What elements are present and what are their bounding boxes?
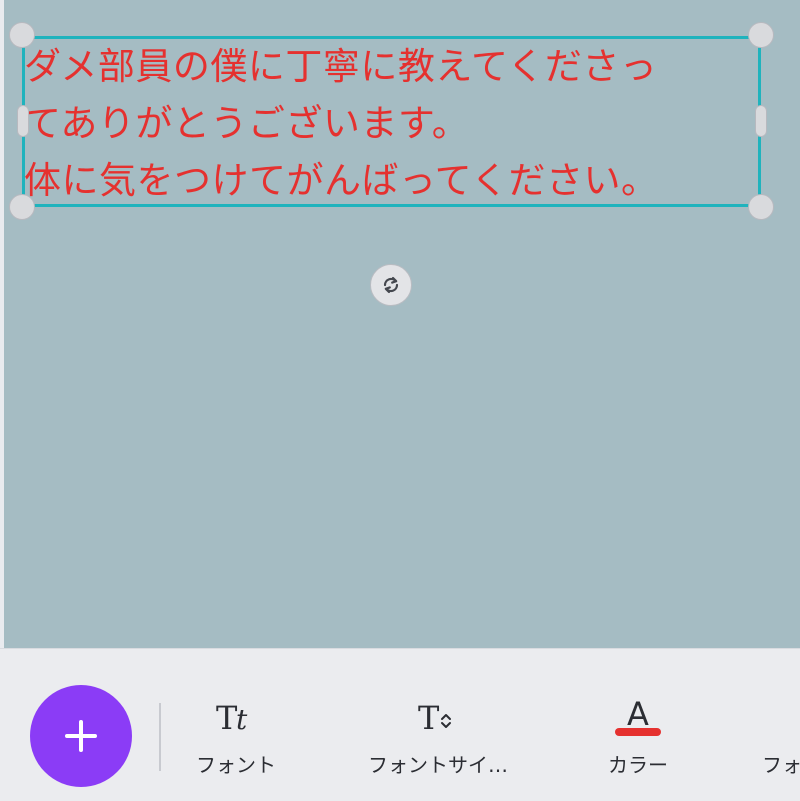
resize-handle-right[interactable] [755, 105, 767, 137]
bottom-toolbar: T t フォント T フォントサイ… A カラー フォ [0, 648, 800, 801]
font-tool-label: フォント [196, 753, 276, 777]
resize-handle-bottom-left[interactable] [9, 194, 35, 220]
color-tool-label: カラー [608, 753, 668, 777]
text-line: 体に気をつけてがんばってください。 [24, 159, 659, 202]
font-size-tool-button[interactable]: T フォントサイ… [356, 689, 520, 789]
resize-handle-left[interactable] [17, 105, 29, 137]
rotate-icon [383, 276, 399, 294]
font-tool-button-cut[interactable]: フォ [762, 689, 800, 789]
font-icon: T t [216, 699, 248, 737]
text-line: ダメ部員の僕に丁寧に教えてくださっ [24, 45, 658, 88]
font-size-tool-label: フォントサイ… [368, 753, 508, 777]
text-color-icon: A [615, 695, 661, 736]
plus-icon [65, 720, 97, 752]
text-line: てありがとうございます。 [24, 102, 470, 145]
svg-text:T: T [216, 699, 238, 737]
resize-handle-bottom-right[interactable] [748, 194, 774, 220]
svg-text:A: A [627, 695, 649, 733]
font-tool-button[interactable]: T t フォント [186, 689, 286, 789]
design-canvas[interactable]: ダメ部員の僕に丁寧に教えてくださっ てありがとうございます。 体に気をつけてがん… [0, 0, 800, 648]
resize-handle-top-right[interactable] [748, 22, 774, 48]
canvas-edge [0, 0, 4, 648]
rotate-handle[interactable] [370, 264, 412, 306]
cut-tool-label: フォ [762, 753, 800, 777]
text-element[interactable]: ダメ部員の僕に丁寧に教えてくださっ てありがとうございます。 体に気をつけてがん… [24, 38, 764, 209]
color-tool-button[interactable]: A カラー [590, 689, 686, 789]
svg-text:T: T [418, 699, 440, 737]
svg-text:t: t [236, 703, 248, 736]
resize-handle-top-left[interactable] [9, 22, 35, 48]
font-size-icon: T [418, 699, 451, 737]
toolbar-divider [159, 703, 161, 771]
add-button[interactable] [30, 685, 132, 787]
